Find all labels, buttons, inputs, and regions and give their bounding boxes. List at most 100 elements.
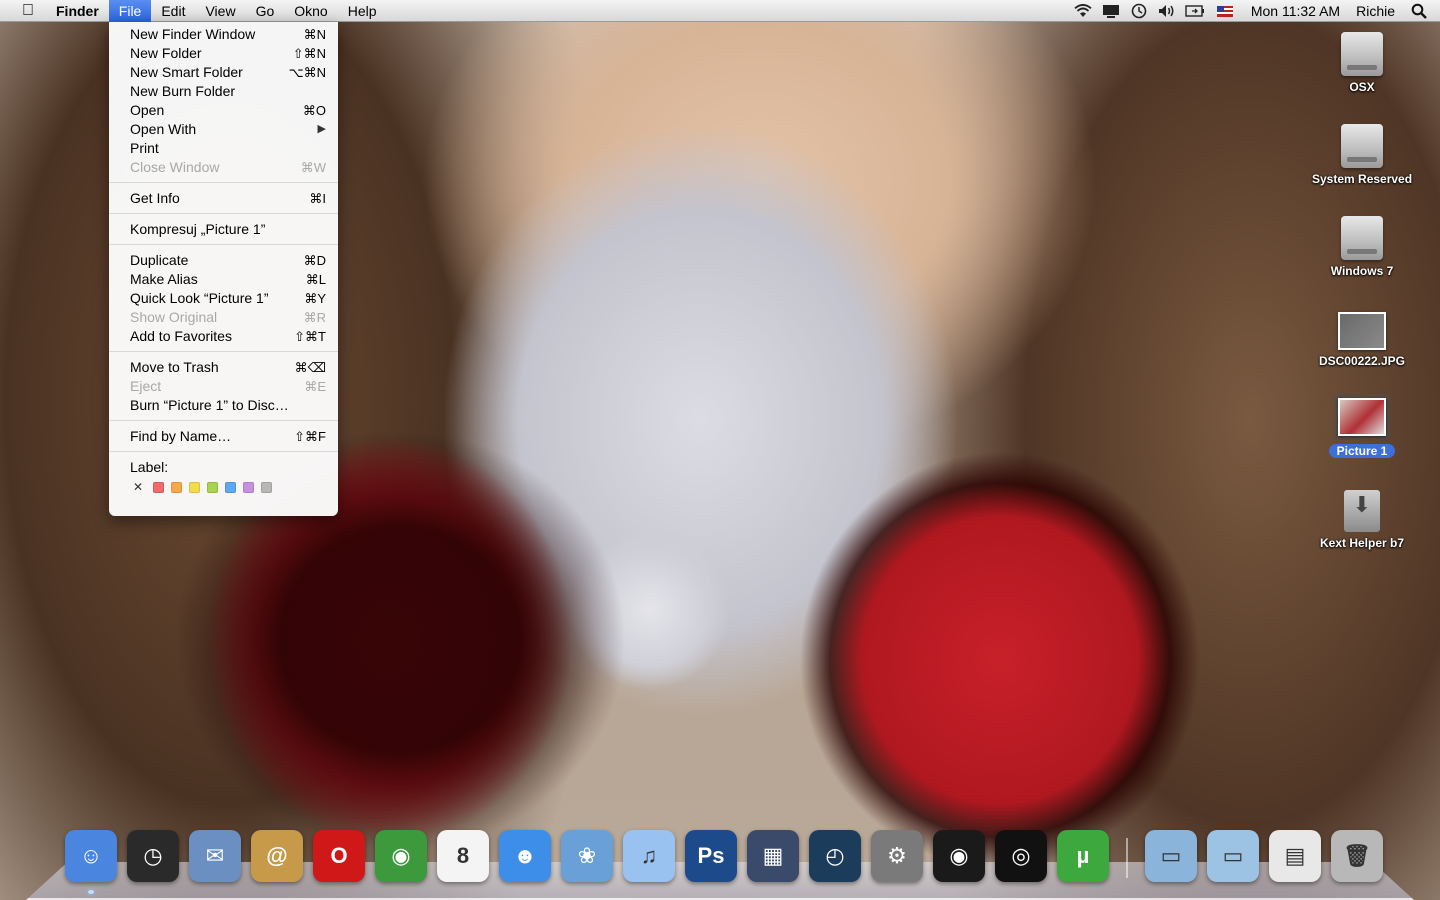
apple-menu-icon[interactable]: : [0, 2, 56, 20]
file-menu-dropdown: New Finder Window ⌘N New Folder ⇧⌘N New Sm…: [109, 22, 338, 516]
display-icon[interactable]: [1100, 0, 1122, 22]
trash-icon[interactable]: 🗑: [1331, 830, 1383, 882]
photoshop-icon[interactable]: Ps: [685, 830, 737, 882]
desktop-icon-label: OSX: [1349, 80, 1375, 94]
wifi-icon[interactable]: [1072, 0, 1094, 22]
desktop-icon-label: Windows 7: [1330, 264, 1394, 278]
menu-item-label: New Folder: [130, 45, 202, 61]
menu-edit[interactable]: Edit: [151, 0, 195, 22]
menu-bar:  Finder File Edit View Go Okno Help Mon…: [0, 0, 1440, 22]
menu-finder[interactable]: Finder: [56, 0, 109, 22]
menu-item-open-with[interactable]: Open With ▶: [109, 120, 338, 139]
opera-icon[interactable]: O: [313, 830, 365, 882]
label-purple[interactable]: [243, 481, 254, 493]
label-red[interactable]: [153, 481, 164, 493]
status-area: Mon 11:32 AM Richie: [1069, 0, 1440, 22]
menu-item-new-burn-folder[interactable]: New Burn Folder: [109, 82, 338, 101]
menu-item-label: Open With: [130, 121, 197, 137]
menu-item-label: Burn “Picture 1” to Disc…: [130, 397, 289, 413]
finder-icon[interactable]: ☺: [65, 830, 117, 894]
menu-item-open[interactable]: Open ⌘O: [109, 101, 338, 120]
battery-icon[interactable]: [1184, 0, 1206, 22]
downloads-stack-icon[interactable]: ▤: [1269, 830, 1321, 882]
menu-item-new-folder[interactable]: New Folder ⇧⌘N: [109, 44, 338, 63]
label-orange[interactable]: [171, 481, 182, 493]
selection-highlight: [1334, 394, 1390, 440]
chrome-icon[interactable]: ◉: [375, 830, 427, 882]
shortcut-label: ⌘L: [305, 272, 326, 287]
spotlight-icon[interactable]: [1408, 0, 1430, 22]
shortcut-label: ⌘W: [300, 160, 326, 175]
menu-item-label: Move to Trash: [130, 359, 219, 375]
label-none-icon[interactable]: ✕: [133, 480, 153, 494]
utorrent-icon[interactable]: µ: [1057, 830, 1109, 882]
music-player-icon[interactable]: ◉: [933, 830, 985, 882]
dashboard-icon[interactable]: ◷: [127, 830, 179, 882]
desktop-icon-system-reserved[interactable]: System Reserved: [1312, 124, 1412, 186]
record-player-icon[interactable]: ◎: [995, 830, 1047, 882]
ical-icon[interactable]: 8: [437, 830, 489, 882]
shortcut-label: ⌘R: [303, 310, 326, 325]
label-gray[interactable]: [261, 481, 272, 493]
mail-icon[interactable]: ✉: [189, 830, 241, 882]
menu-item-label: Eject: [130, 378, 162, 394]
shortcut-label: ⌘N: [303, 27, 326, 42]
itunes-icon[interactable]: ♫: [623, 830, 675, 882]
menu-item-new-smart-folder[interactable]: New Smart Folder ⌥⌘N: [109, 63, 338, 82]
input-flag-icon[interactable]: [1216, 5, 1233, 17]
label-green[interactable]: [207, 481, 218, 493]
desktop-icon-osx[interactable]: OSX: [1312, 32, 1412, 94]
image-thumbnail-icon: [1338, 398, 1386, 436]
menu-item-label: Show Original: [130, 309, 218, 325]
submenu-arrow-icon: ▶: [317, 123, 326, 135]
menu-item-duplicate[interactable]: Duplicate ⌘D: [109, 251, 338, 270]
shortcut-label: ⌘E: [304, 379, 326, 394]
menu-item-new-finder-window[interactable]: New Finder Window ⌘N: [109, 25, 338, 44]
menu-item-label: Quick Look “Picture 1”: [130, 290, 269, 306]
messenger-icon[interactable]: ☻: [499, 830, 551, 882]
shortcut-label: ⌘D: [303, 253, 326, 268]
menu-item-label: Close Window: [130, 159, 220, 175]
iphoto-icon[interactable]: ❀: [561, 830, 613, 882]
clock[interactable]: Mon 11:32 AM: [1251, 3, 1340, 19]
menu-item-make-alias[interactable]: Make Alias ⌘L: [109, 270, 338, 289]
dock-separator: [1126, 838, 1128, 878]
menu-item-compress[interactable]: Kompresuj „Picture 1”: [109, 220, 338, 239]
menu-separator: [109, 213, 338, 214]
label-heading: Label:: [130, 459, 169, 475]
menu-item-label: Add to Favorites: [130, 328, 232, 344]
menu-view[interactable]: View: [195, 0, 245, 22]
desktop-icon-picture-1[interactable]: Picture 1: [1312, 394, 1412, 458]
menu-go[interactable]: Go: [246, 0, 285, 22]
label-yellow[interactable]: [189, 481, 200, 493]
menu-window[interactable]: Okno: [284, 0, 337, 22]
menu-item-quick-look[interactable]: Quick Look “Picture 1” ⌘Y: [109, 289, 338, 308]
system-preferences-icon[interactable]: ⚙: [871, 830, 923, 882]
time-machine-icon[interactable]: ◴: [809, 830, 861, 882]
menu-item-burn-to-disc[interactable]: Burn “Picture 1” to Disc…: [109, 396, 338, 415]
menu-item-label: Open: [130, 102, 165, 118]
address-book-icon[interactable]: @: [251, 830, 303, 882]
menu-item-add-to-favorites[interactable]: Add to Favorites ⇧⌘T: [109, 327, 338, 346]
desktop-icon-dsc00222[interactable]: DSC00222.JPG: [1312, 306, 1412, 368]
desktop-icon-windows-7[interactable]: Windows 7: [1312, 216, 1412, 278]
shortcut-label: ⇧⌘T: [294, 329, 326, 344]
menu-item-find-by-name[interactable]: Find by Name… ⇧⌘F: [109, 427, 338, 446]
menu-item-get-info[interactable]: Get Info ⌘I: [109, 189, 338, 208]
label-blue[interactable]: [225, 481, 236, 493]
documents-folder-icon[interactable]: ▭: [1207, 830, 1259, 882]
menu-item-move-to-trash[interactable]: Move to Trash ⌘⌫: [109, 358, 338, 377]
time-machine-icon[interactable]: [1128, 0, 1150, 22]
menu-item-print[interactable]: Print: [109, 139, 338, 158]
menu-item-label: Get Info: [130, 190, 180, 206]
menu-file[interactable]: File: [108, 0, 152, 22]
desktop-icon-label: Picture 1: [1328, 444, 1396, 458]
applications-folder-icon[interactable]: ▭: [1145, 830, 1197, 882]
desktop-icon-label: DSC00222.JPG: [1318, 354, 1406, 368]
desktop-icon-kext-helper[interactable]: Kext Helper b7: [1312, 490, 1412, 550]
user-name[interactable]: Richie: [1356, 3, 1395, 19]
spaces-icon[interactable]: ▦: [747, 830, 799, 882]
volume-icon[interactable]: [1156, 0, 1178, 22]
menu-item-label: New Burn Folder: [130, 83, 236, 99]
menu-help[interactable]: Help: [338, 0, 387, 22]
